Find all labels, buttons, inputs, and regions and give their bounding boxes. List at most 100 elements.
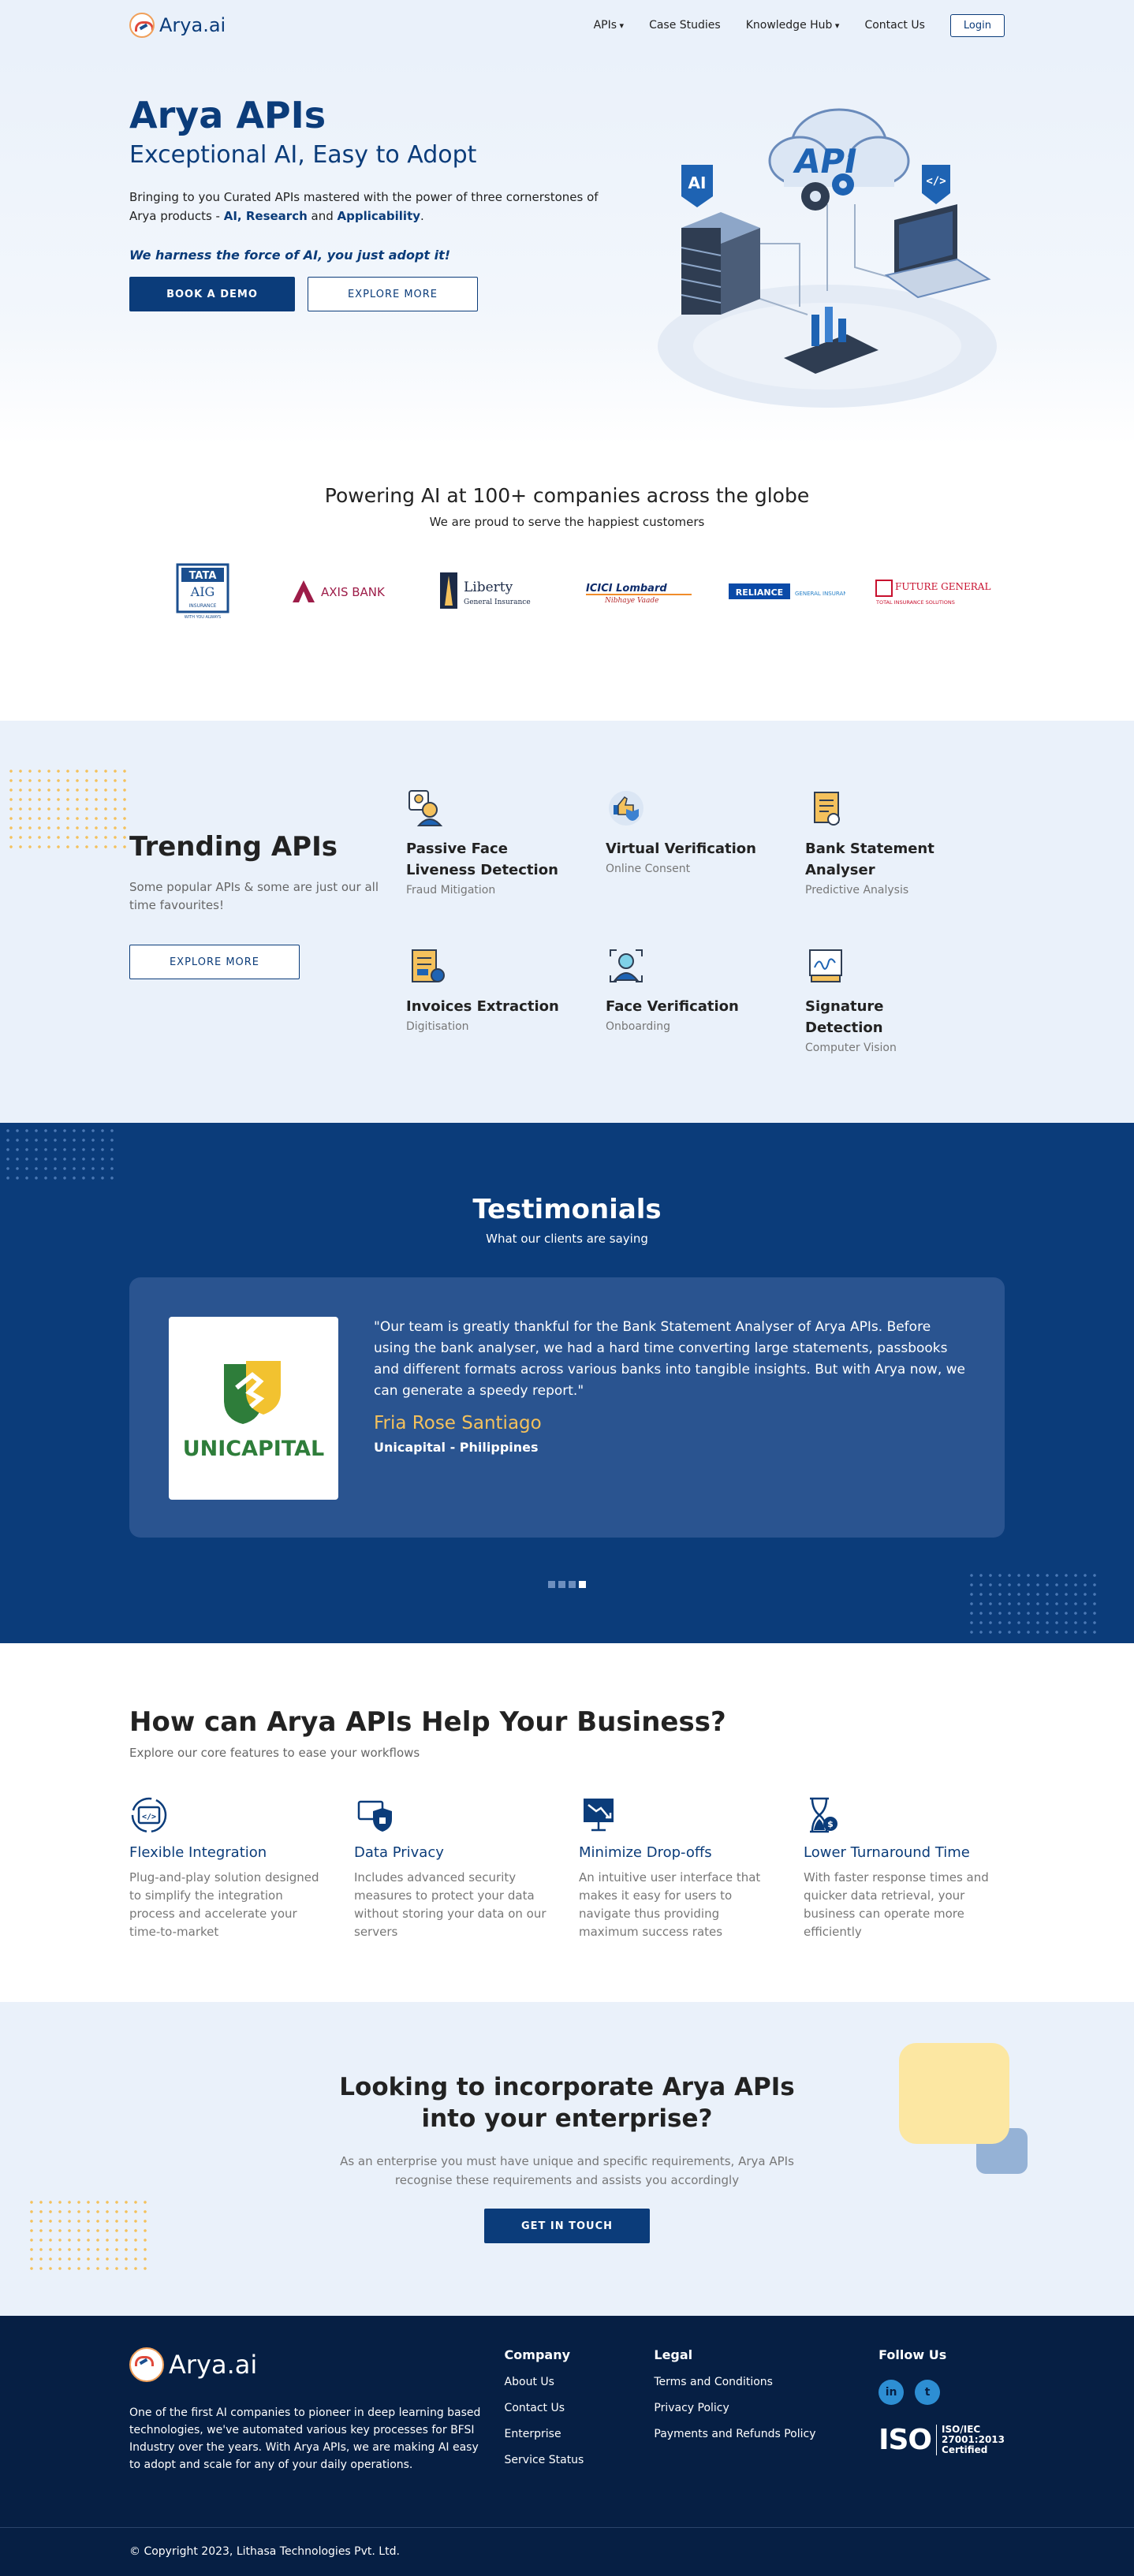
decorative-dots — [27, 2198, 153, 2270]
svg-text:Liberty: Liberty — [464, 580, 513, 595]
copyright-text: © Copyright 2023, Lithasa Technologies P… — [129, 2545, 400, 2558]
linkedin-icon[interactable]: in — [878, 2380, 905, 2405]
nav-case-studies[interactable]: Case Studies — [649, 19, 721, 32]
clients-subheading: We are proud to serve the happiest custo… — [429, 515, 705, 529]
trending-explore-more-button[interactable]: EXPLORE MORE — [129, 945, 300, 979]
chart-down-icon — [584, 1799, 614, 1832]
svg-text:TATA: TATA — [188, 570, 216, 582]
footer-link-enterprise[interactable]: Enterprise — [505, 2428, 655, 2440]
svg-text:WITH YOU ALWAYS: WITH YOU ALWAYS — [184, 615, 220, 620]
hero-tagline: We harness the force of AI, you just ado… — [129, 248, 451, 263]
api-card-virtual-verification[interactable]: Virtual Verification Online Consent — [606, 788, 805, 945]
svg-text:API: API — [791, 142, 860, 181]
carousel-dot-4[interactable] — [579, 1581, 586, 1588]
footer-follow-heading: Follow Us — [878, 2347, 947, 2362]
brand-logo[interactable]: Arya.ai — [129, 13, 226, 38]
footer-link-privacy[interactable]: Privacy Policy — [654, 2402, 878, 2414]
enterprise-title: Looking to incorporate Arya APIs into yo… — [339, 2073, 795, 2133]
footer-link-about-us[interactable]: About Us — [505, 2376, 655, 2388]
testimonials-title: Testimonials — [472, 1194, 662, 1225]
testimonial-card: UNICAPITAL "Our team is greatly thankful… — [129, 1277, 1005, 1538]
footer-brand-name: Arya.ai — [169, 2350, 258, 2380]
invoice-icon — [412, 949, 445, 982]
main-menu: APIs Case Studies Knowledge Hub Contact … — [594, 13, 1005, 37]
trending-apis-section: Trending APIs Some popular APIs & some a… — [0, 721, 1134, 1123]
client-logo-tata-aig: TATA AIG INSURANCE WITH YOU ALWAYS — [144, 563, 262, 620]
client-logo-icici-lombard: ICICI Lombard Nibhaye Vaade — [581, 564, 699, 619]
feature-flexible-integration: </> Flexible Integration Plug-and-play s… — [129, 1795, 330, 1941]
carousel-indicators — [129, 1581, 1005, 1588]
enterprise-cta-section: Looking to incorporate Arya APIs into yo… — [0, 2002, 1134, 2316]
footer-legal-heading: Legal — [654, 2347, 693, 2362]
feature-lower-turnaround: $ Lower Turnaround Time With faster resp… — [804, 1795, 1005, 1941]
footer-link-payments-refunds[interactable]: Payments and Refunds Policy — [654, 2428, 878, 2440]
footer-about-text: One of the first AI companies to pioneer… — [129, 2406, 481, 2471]
svg-text:</>: </> — [142, 1813, 156, 1821]
hero-explore-more-button[interactable]: EXPLORE MORE — [308, 277, 478, 311]
trending-title: Trending APIs — [129, 831, 338, 863]
client-logo-future-generali: FUTURE GENERALI TOTAL INSURANCE SOLUTION… — [873, 564, 991, 619]
nav-apis[interactable]: APIs — [594, 19, 624, 32]
footer-link-service-status[interactable]: Service Status — [505, 2454, 655, 2466]
iso-certification-badge: ISO ISO/IEC 27001:2013 Certified — [878, 2424, 1005, 2456]
hourglass-icon: $ — [810, 1797, 837, 1833]
signature-icon — [809, 949, 842, 982]
enterprise-description: As an enterprise you must have unique an… — [340, 2154, 794, 2187]
nav-knowledge-hub[interactable]: Knowledge Hub — [746, 19, 840, 32]
testimonials-subtitle: What our clients are saying — [486, 1232, 648, 1246]
svg-text:Nibhaye Vaade: Nibhaye Vaade — [604, 597, 658, 605]
arya-logo-icon — [129, 2347, 164, 2382]
hero-section: Arya APIs Exceptional AI, Easy to Adopt … — [0, 50, 1134, 445]
twitter-icon[interactable]: t — [915, 2380, 941, 2405]
footer-link-contact-us[interactable]: Contact Us — [505, 2402, 655, 2414]
testimonial-company: Unicapital - Philippines — [374, 1440, 539, 1455]
site-footer: Arya.ai One of the first AI companies to… — [0, 2316, 1134, 2576]
svg-text:TOTAL INSURANCE SOLUTIONS: TOTAL INSURANCE SOLUTIONS — [875, 599, 955, 606]
footer-link-terms[interactable]: Terms and Conditions — [654, 2376, 878, 2388]
arya-logo-icon — [129, 13, 155, 38]
code-integration-icon: </> — [131, 1797, 167, 1833]
help-subtitle: Explore our core features to ease your w… — [129, 1746, 420, 1760]
nav-contact-us[interactable]: Contact Us — [864, 19, 924, 32]
client-logo-reliance: RELIANCE GENERAL INSURANCE — [727, 564, 845, 619]
login-button[interactable]: Login — [949, 13, 1005, 37]
svg-text:GENERAL INSURANCE: GENERAL INSURANCE — [795, 591, 845, 597]
client-logo-liberty: Liberty General Insurance — [435, 564, 554, 619]
svg-text:$: $ — [827, 1819, 834, 1829]
business-help-section: How can Arya APIs Help Your Business? Ex… — [0, 1643, 1134, 2002]
api-card-invoices-extraction[interactable]: Invoices Extraction Digitisation — [406, 945, 606, 1087]
svg-text:RELIANCE: RELIANCE — [735, 587, 782, 598]
book-demo-button[interactable]: BOOK A DEMO — [129, 277, 295, 311]
svg-text:FUTURE GENERALI: FUTURE GENERALI — [895, 581, 991, 592]
footer-brand-logo[interactable]: Arya.ai — [129, 2347, 505, 2382]
svg-text:ICICI Lombard: ICICI Lombard — [586, 583, 667, 595]
svg-text:AI: AI — [688, 173, 707, 192]
testimonial-quote: "Our team is greatly thankful for the Ba… — [374, 1319, 966, 1399]
carousel-dot-1[interactable] — [548, 1581, 555, 1588]
svg-text:General Insurance: General Insurance — [464, 598, 531, 606]
face-liveness-icon — [408, 790, 443, 826]
hero-title: Arya APIs — [129, 94, 326, 136]
carousel-dot-2[interactable] — [558, 1581, 565, 1588]
api-card-face-liveness[interactable]: Passive Face Liveness Detection Fraud Mi… — [406, 788, 606, 945]
trending-description: Some popular APIs & some are just our al… — [129, 880, 379, 912]
api-card-face-verification[interactable]: Face Verification Onboarding — [606, 945, 805, 1087]
feature-minimize-dropoffs: Minimize Drop-offs An intuitive user int… — [579, 1795, 780, 1941]
get-in-touch-button[interactable]: GET IN TOUCH — [484, 2209, 650, 2243]
svg-text:AIG: AIG — [189, 584, 214, 599]
clients-section: Powering AI at 100+ companies across the… — [0, 445, 1134, 721]
clients-heading: Powering AI at 100+ companies across the… — [324, 484, 810, 507]
shield-lock-icon — [357, 1800, 392, 1832]
svg-text:INSURANCE: INSURANCE — [188, 603, 216, 609]
api-card-bank-statement[interactable]: Bank Statement Analyser Predictive Analy… — [805, 788, 1005, 945]
api-card-signature-detection[interactable]: Signature Detection Computer Vision — [805, 945, 1005, 1087]
decorative-dots — [6, 766, 132, 853]
svg-text:</>: </> — [926, 175, 946, 188]
client-logo-axis-bank: AXIS BANK — [289, 564, 408, 619]
decorative-square-yellow — [899, 2043, 1009, 2144]
help-title: How can Arya APIs Help Your Business? — [129, 1706, 726, 1738]
carousel-dot-3[interactable] — [569, 1581, 576, 1588]
unicapital-logo: UNICAPITAL — [169, 1317, 338, 1500]
ai-badge: AI — [681, 165, 713, 207]
brand-name: Arya.ai — [159, 14, 226, 36]
